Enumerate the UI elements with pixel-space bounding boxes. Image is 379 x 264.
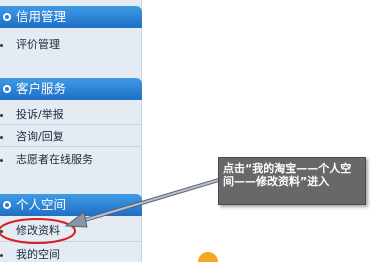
instruction-callout: 点击“我的淘宝——个人空间——修改资料”进入 [218, 157, 366, 205]
highlight-ellipse [0, 218, 76, 244]
callout-text: 点击“我的淘宝——个人空间——修改资料”进入 [223, 162, 352, 188]
annotation-overlay [0, 174, 234, 244]
pointer-arrow [64, 174, 234, 228]
